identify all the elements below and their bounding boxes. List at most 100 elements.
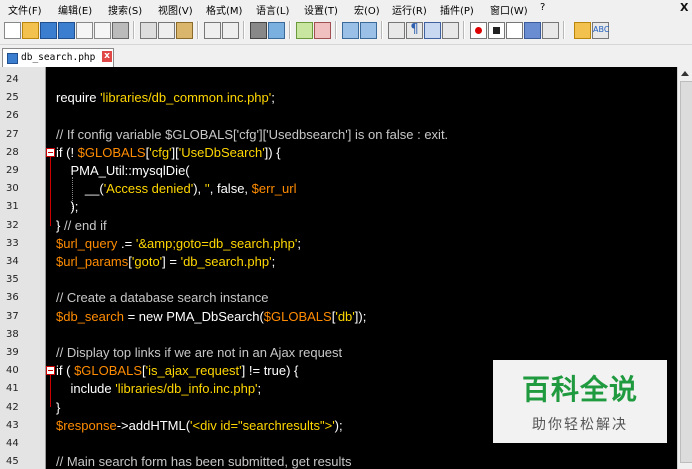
menu-edit[interactable]: 编辑(E) (58, 2, 92, 17)
menu-search[interactable]: 搜索(S) (108, 2, 142, 17)
code-text: $response->addHTML('<div id="searchresul… (56, 417, 343, 435)
replace-icon[interactable] (268, 22, 285, 39)
code-token: 'db_search.php' (180, 254, 272, 269)
new-file-icon[interactable] (4, 22, 21, 39)
line-number: 27 (6, 128, 19, 140)
code-token: 'Access denied' (103, 181, 194, 197)
code-text: __('Access denied'), '', false, $err_url (56, 180, 297, 198)
menu-plugins[interactable]: 插件(P) (440, 2, 474, 17)
save-macro-icon[interactable] (542, 22, 559, 39)
code-text: require 'libraries/db_common.inc.php'; (56, 89, 275, 107)
code-token: ] = (162, 254, 181, 269)
watermark-title: 百科全说 (521, 373, 638, 406)
cut-icon[interactable] (140, 22, 157, 39)
run-macro-multiple-icon[interactable] (524, 22, 541, 39)
code-token: require (56, 90, 101, 106)
indent-guide-icon[interactable] (424, 22, 441, 39)
code-token: 'libraries/db_common.inc.php' (100, 90, 272, 106)
line-number: 36 (6, 292, 19, 304)
scrollbar-thumb[interactable] (680, 81, 692, 463)
code-line[interactable]: 36 // Create a database search instance (0, 289, 677, 307)
toolbar-separator (197, 21, 199, 39)
menu-macro[interactable]: 宏(O) (354, 2, 380, 17)
menu-view[interactable]: 视图(V) (158, 2, 193, 17)
code-token: .= (117, 235, 136, 251)
paste-icon[interactable] (176, 22, 193, 39)
menu-settings[interactable]: 设置(T) (304, 2, 338, 17)
code-token: ; (297, 235, 301, 251)
fold-toggle-icon[interactable] (46, 147, 55, 157)
code-token: // If config variable $GLOBALS['cfg']['U… (56, 126, 449, 142)
menu-help[interactable]: ? (540, 2, 545, 13)
line-number: 25 (6, 92, 19, 104)
code-line[interactable]: 45 // Main search form has been submitted… (0, 453, 677, 469)
spellcheck-icon[interactable]: ABC (592, 22, 609, 39)
code-line[interactable]: 33 $url_query .= '&amp;goto=db_search.php… (0, 235, 677, 253)
code-line[interactable]: 34 $url_params['goto'] = 'db_search.php'; (0, 253, 677, 271)
code-line[interactable]: 38 (0, 326, 677, 344)
code-text: include 'libraries/db_info.inc.php'; (56, 380, 261, 398)
find-icon[interactable] (250, 22, 267, 39)
save-icon[interactable] (40, 22, 57, 39)
line-number: 38 (6, 328, 19, 340)
code-line[interactable]: 32} // end if (0, 217, 677, 235)
fold-toggle-icon[interactable] (46, 366, 55, 376)
line-number: 33 (6, 237, 19, 249)
zoom-in-icon[interactable] (296, 22, 313, 39)
code-text: if (! $GLOBALS['cfg']['UseDbSearch']) { (56, 144, 281, 162)
print-icon[interactable] (112, 22, 129, 39)
code-line[interactable]: 29 PMA_Util::mysqlDie( (0, 162, 677, 180)
record-macro-icon[interactable] (470, 22, 487, 39)
stop-macro-icon[interactable] (488, 22, 505, 39)
undo-icon[interactable] (204, 22, 221, 39)
menu-bar: 文件(F) 编辑(E) 搜索(S) 视图(V) 格式(M) 语言(L) 设置(T… (0, 0, 692, 17)
show-all-chars-icon[interactable]: ¶ (406, 22, 423, 39)
code-text: // Main search form has been submitted, … (56, 453, 352, 469)
line-number: 40 (6, 365, 19, 377)
close-all-icon[interactable] (94, 22, 111, 39)
play-macro-icon[interactable] (506, 22, 523, 39)
watermark: 百科全说 助你轻松解决 (493, 360, 667, 443)
redo-icon[interactable] (222, 22, 239, 39)
code-text: PMA_Util::mysqlDie( (56, 162, 189, 180)
line-number: 24 (6, 74, 19, 85)
open-file-icon[interactable] (22, 22, 39, 39)
tab-db-search[interactable]: db_search.php x (2, 48, 114, 67)
vertical-scrollbar[interactable] (677, 67, 692, 469)
save-all-icon[interactable] (58, 22, 75, 39)
code-text: // Create a database search instance (56, 289, 268, 307)
code-line[interactable]: 30 __('Access denied'), '', false, $err_… (0, 180, 677, 198)
close-window-icon[interactable]: X (680, 1, 688, 14)
code-line[interactable]: 24 (0, 71, 677, 89)
code-token: $GLOBALS (77, 144, 146, 160)
tab-label: db_search.php (21, 52, 96, 63)
code-token: if ( (56, 363, 75, 379)
scroll-up-icon[interactable] (681, 71, 689, 76)
lang-udl-icon[interactable] (442, 22, 459, 39)
watermark-subtitle: 助你轻松解决 (532, 417, 628, 433)
menu-window[interactable]: 窗口(W) (490, 2, 528, 17)
code-token: ); (56, 199, 79, 215)
close-file-icon[interactable] (76, 22, 93, 39)
code-line[interactable]: 26 (0, 107, 677, 125)
code-line[interactable]: 31 ); (0, 198, 677, 216)
code-line[interactable]: 28 if (! $GLOBALS['cfg']['UseDbSearch']) … (0, 144, 677, 162)
menu-file[interactable]: 文件(F) (8, 2, 42, 17)
line-number: 42 (6, 401, 19, 413)
zoom-out-icon[interactable] (314, 22, 331, 39)
code-line[interactable]: 25 require 'libraries/db_common.inc.php'; (0, 89, 677, 107)
plugin-icon[interactable] (574, 22, 591, 39)
code-line[interactable]: 37 $db_search = new PMA_DbSearch($GLOBALS… (0, 308, 677, 326)
sync-horizontal-icon[interactable] (360, 22, 377, 39)
code-line[interactable]: 35 (0, 271, 677, 289)
menu-run[interactable]: 运行(R) (392, 2, 427, 17)
menu-language[interactable]: 语言(L) (256, 2, 289, 17)
code-token: 'db' (335, 308, 355, 324)
sync-vertical-icon[interactable] (342, 22, 359, 39)
code-line[interactable]: 27 // If config variable $GLOBALS['cfg'][… (0, 126, 677, 144)
toolbar: ¶ ABC (0, 17, 692, 45)
word-wrap-icon[interactable] (388, 22, 405, 39)
menu-format[interactable]: 格式(M) (206, 2, 242, 17)
copy-icon[interactable] (158, 22, 175, 39)
tab-close-icon[interactable]: x (102, 51, 112, 62)
